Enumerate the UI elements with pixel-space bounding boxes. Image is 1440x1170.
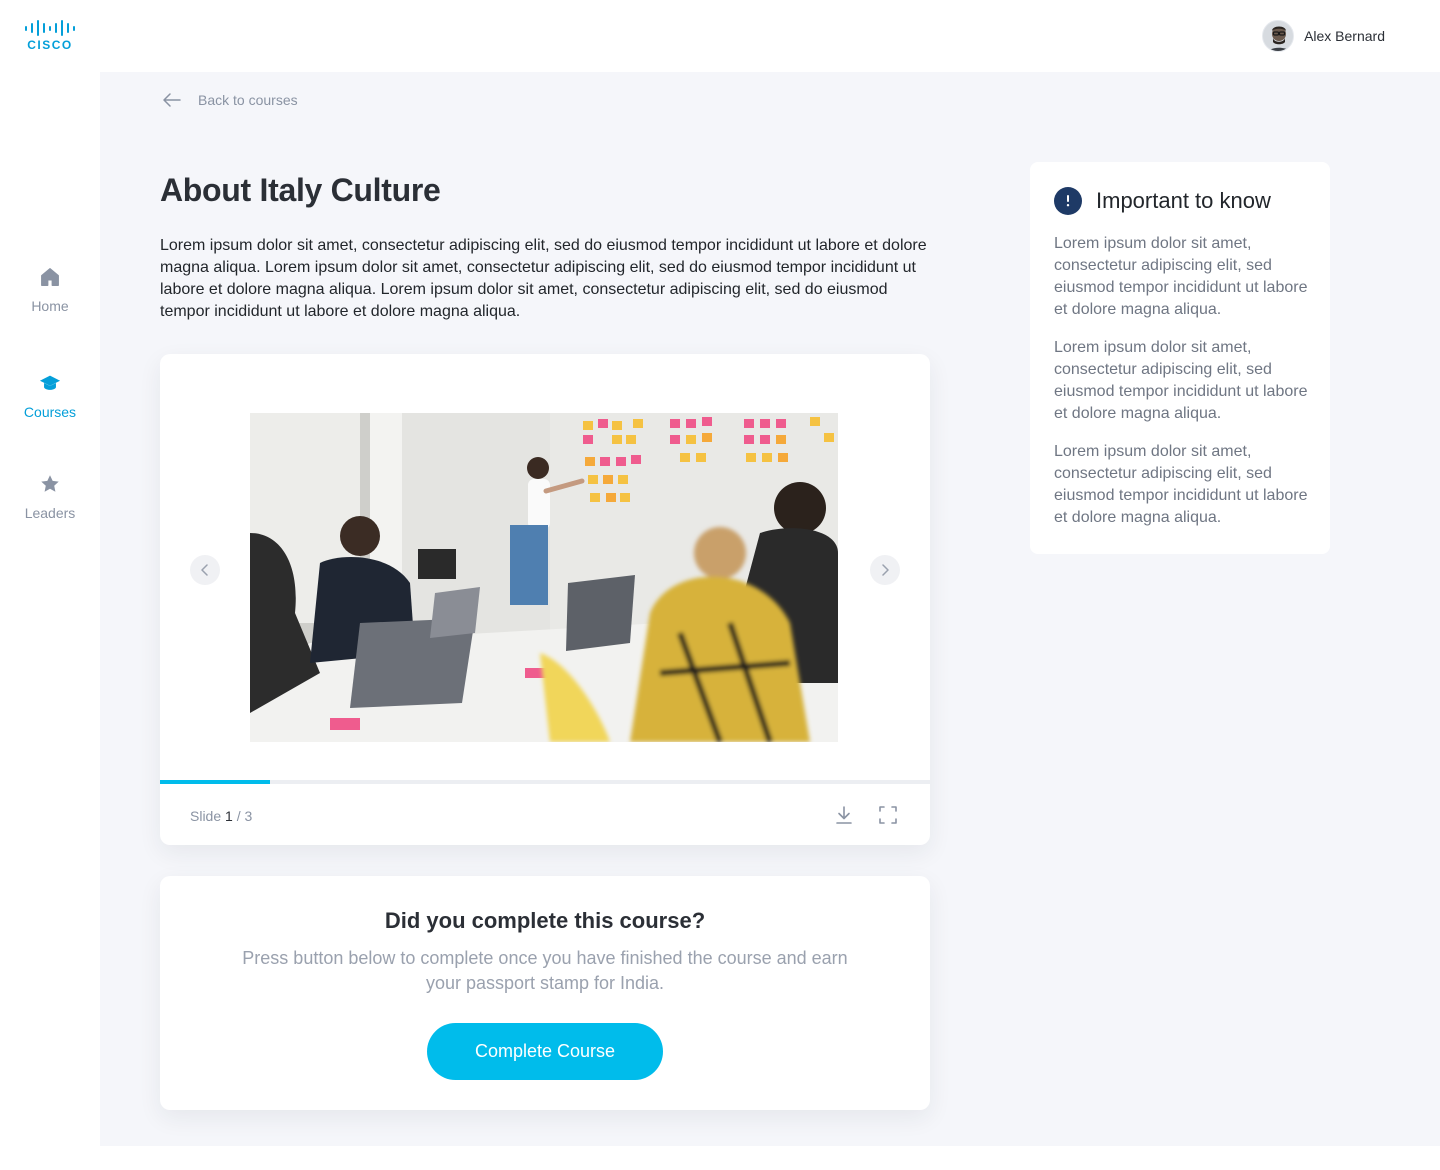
graduation-cap-icon (39, 375, 61, 390)
slide-counter-prefix: Slide (190, 808, 222, 824)
logo-wordmark: CISCO (27, 38, 73, 52)
back-label: Back to courses (198, 92, 298, 108)
main-content: Back to courses About Italy Culture Lore… (100, 72, 1440, 1146)
fullscreen-button[interactable] (878, 805, 898, 825)
sidebar-item-label: Leaders (24, 505, 76, 521)
cisco-logo[interactable]: CISCO (21, 20, 81, 54)
sidebar-item-leaders[interactable]: Leaders (0, 473, 100, 521)
app-root: CISCO Home Courses Leaders Alex Bernard … (0, 0, 1440, 1170)
sidebar-item-label: Home (31, 298, 69, 314)
slide-image (250, 413, 838, 742)
back-to-courses-link[interactable]: Back to courses (162, 92, 298, 108)
sidebar: CISCO Home Courses Leaders (0, 0, 100, 1170)
page-title: About Italy Culture (160, 172, 441, 208)
info-title: Important to know (1096, 188, 1271, 213)
star-icon (41, 475, 59, 492)
slide-progress-fill (160, 780, 271, 784)
user-menu[interactable]: Alex Bernard (1262, 20, 1385, 52)
course-completion-card: Did you complete this course? Press butt… (160, 876, 930, 1110)
complete-course-button[interactable]: Complete Course (427, 1023, 663, 1080)
sidebar-item-label: Courses (23, 404, 77, 420)
chevron-left-icon (201, 564, 208, 576)
slide-total: 3 (244, 808, 253, 824)
top-bar: Alex Bernard (100, 0, 1440, 72)
arrow-left-icon (163, 93, 181, 107)
download-button[interactable] (834, 805, 854, 825)
course-intro: Lorem ipsum dolor sit amet, consectetur … (160, 237, 927, 320)
important-info-card: Important to know Lorem ipsum dolor sit … (1030, 162, 1330, 554)
slide-progress-bar (160, 780, 930, 784)
logo-bars-icon (21, 20, 79, 36)
avatar (1262, 20, 1295, 52)
sidebar-item-home[interactable]: Home (0, 266, 100, 314)
home-icon (41, 268, 59, 286)
slide-viewer: Slide 1 / 3 (160, 354, 930, 845)
sidebar-item-courses[interactable]: Courses (0, 372, 100, 420)
completion-subtitle: Press button below to complete once you … (242, 948, 848, 993)
info-header: Important to know (1054, 187, 1271, 215)
completion-title: Did you complete this course? (384, 908, 706, 933)
fullscreen-icon (879, 806, 897, 824)
info-paragraph: Lorem ipsum dolor sit amet, consectetur … (1054, 235, 1308, 318)
slide-counter: Slide 1 / 3 (190, 808, 252, 824)
info-paragraph: Lorem ipsum dolor sit amet, consectetur … (1054, 339, 1308, 422)
slide-current: 1 (225, 808, 233, 824)
info-paragraph: Lorem ipsum dolor sit amet, consectetur … (1054, 443, 1308, 526)
user-name: Alex Bernard (1304, 28, 1385, 44)
previous-slide-button[interactable] (190, 555, 220, 585)
download-icon (836, 806, 852, 824)
next-slide-button[interactable] (870, 555, 900, 585)
chevron-right-icon (882, 564, 889, 576)
exclamation-icon (1054, 187, 1082, 215)
slide-separator: / (236, 808, 241, 824)
